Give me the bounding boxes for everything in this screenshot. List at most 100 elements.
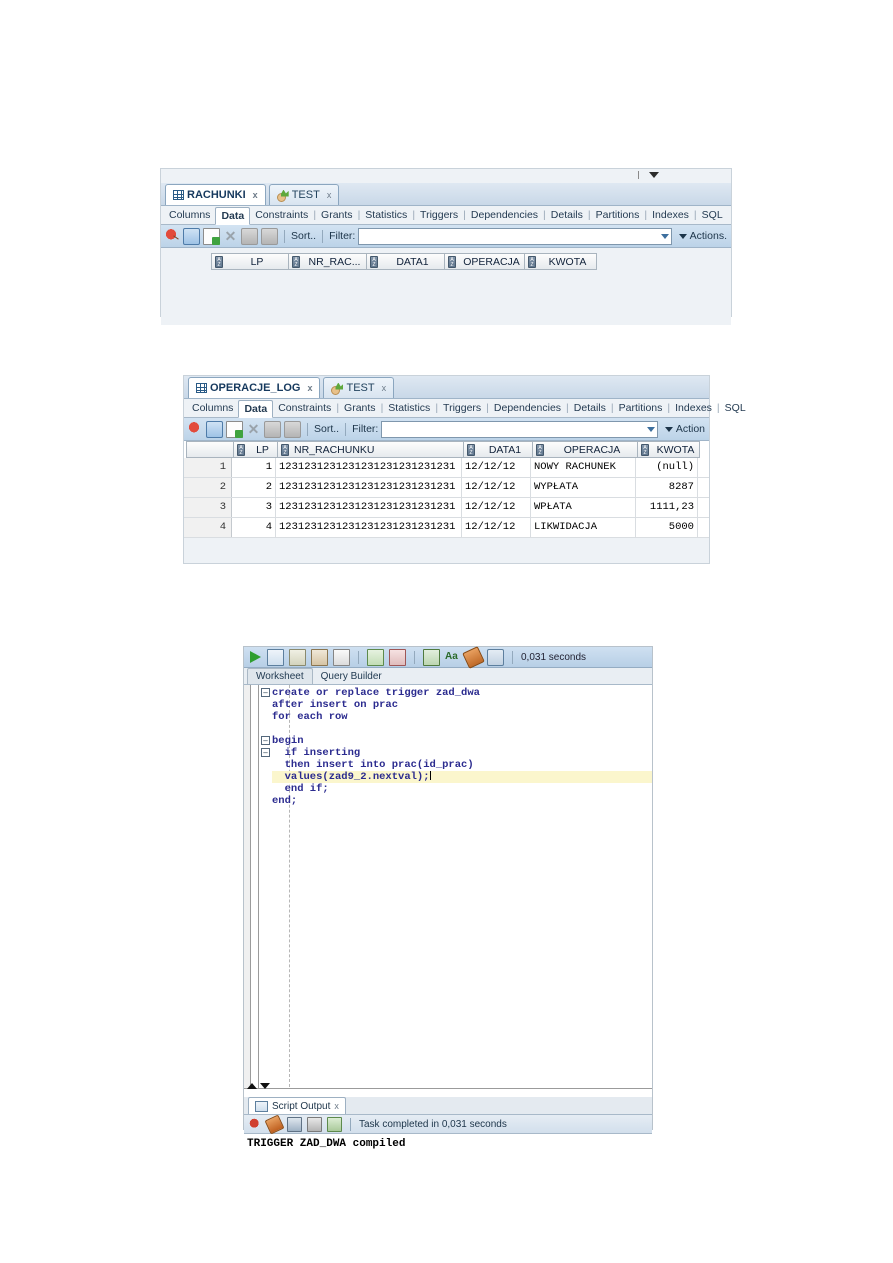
cell-lp[interactable]: 2 [232,478,276,497]
code-fold-column[interactable]: – – – [260,685,272,1097]
refresh-icon[interactable] [206,420,223,438]
refresh-icon[interactable] [183,227,200,245]
cell-nr-rachunku[interactable]: 1231231231231231231231231231 2 [276,458,462,477]
tab-sql[interactable]: SQL [720,400,751,416]
code-line[interactable] [272,723,652,735]
cell-lp[interactable]: 3 [232,498,276,517]
tab-indexes[interactable]: Indexes [670,400,717,416]
close-icon[interactable]: x [334,1101,339,1111]
cell-kwota[interactable]: (null) [636,458,698,477]
object-tab-operacje-log[interactable]: OPERACJE_LOG x [188,377,321,398]
rollback-icon[interactable] [284,420,301,438]
actions-button[interactable]: Action [676,423,705,435]
object-tab-test[interactable]: TEST x [268,184,340,205]
tab-query-builder[interactable]: Query Builder [313,669,390,684]
commit-icon[interactable] [367,648,384,666]
code-fold-minus-icon[interactable]: – [261,688,270,697]
column-header-kwota[interactable]: AZ KWOTA [638,441,700,458]
format-sql-icon[interactable]: Aa [445,650,460,665]
code-line[interactable]: end; [272,795,652,807]
tab-dependencies[interactable]: Dependencies [466,207,543,223]
code-text[interactable]: create or replace trigger zad_dwa after i… [272,687,652,807]
column-header-operacja[interactable]: AZ OPERACJA [533,441,638,458]
pin-icon[interactable] [249,1117,262,1131]
chevron-down-icon[interactable] [646,426,655,432]
scroll-up-icon[interactable] [247,1083,257,1089]
cell-kwota[interactable]: 8287 [636,478,698,497]
code-line[interactable]: values(zad9_2.nextval); [272,771,652,783]
cell-kwota[interactable]: 1111,23 [636,498,698,517]
clear-icon[interactable] [264,1114,285,1134]
tab-data[interactable]: Data [215,206,251,225]
code-line[interactable]: for each row [272,711,652,723]
commit-icon[interactable] [241,227,258,245]
close-icon[interactable]: x [382,383,387,393]
run-statement-icon[interactable] [249,650,262,664]
insert-row-icon[interactable] [203,227,220,245]
column-header-nr-rachunku[interactable]: AZ NR_RACHUNKU [278,441,464,458]
table-row[interactable]: 1 1 1231231231231231231231231231 2 12/12/12… [184,458,709,478]
delete-row-icon[interactable]: ✕ [223,229,238,244]
run-script-icon[interactable] [267,648,284,666]
code-line[interactable]: create or replace trigger zad_dwa [272,687,652,699]
cell-nr-rachunku[interactable]: 1231231231231231231231231231 2 [276,478,462,497]
column-header-operacja[interactable]: AZ OPERACJA [445,253,525,270]
tab-partitions[interactable]: Partitions [591,207,645,223]
close-icon[interactable]: x [327,190,332,200]
rollback-icon[interactable] [389,648,406,666]
actions-button[interactable]: Actions. [690,230,727,242]
object-tab-test[interactable]: TEST x [323,377,395,398]
cell-operacja[interactable]: NOWY RACHUNEK [531,458,636,477]
code-line[interactable]: begin [272,735,652,747]
actions-chevron-down-icon[interactable] [678,233,687,239]
code-line[interactable]: end if; [272,783,652,795]
cell-kwota[interactable]: 5000 [636,518,698,537]
tab-columns[interactable]: Columns [164,207,215,223]
tab-worksheet[interactable]: Worksheet [247,668,313,684]
tab-triggers[interactable]: Triggers [415,207,463,223]
commit-icon[interactable] [264,420,281,438]
tab-constraints[interactable]: Constraints [250,207,313,223]
actions-chevron-down-icon[interactable] [664,426,673,432]
close-icon[interactable]: x [253,190,258,200]
explain-plan-icon[interactable] [311,648,328,666]
code-line[interactable]: if inserting [272,747,652,759]
object-tab-rachunki[interactable]: RACHUNKI x [165,184,266,205]
code-fold-minus-icon[interactable]: – [261,748,270,757]
cell-data1[interactable]: 12/12/12 [462,518,531,537]
rollback-icon[interactable] [261,227,278,245]
unshared-worksheet-icon[interactable] [423,648,440,666]
column-header-data1[interactable]: AZ DATA1 [367,253,445,270]
tab-indexes[interactable]: Indexes [647,207,694,223]
table-row[interactable]: 3 3 1231231231231231231231231231 2 12/12/12… [184,498,709,518]
code-fold-minus-icon[interactable]: – [261,736,270,745]
insert-row-icon[interactable] [226,420,243,438]
column-header-kwota[interactable]: AZ KWOTA [525,253,597,270]
data-grid[interactable]: 1 1 1231231231231231231231231231 2 12/12/12… [184,458,709,538]
cell-data1[interactable]: 12/12/12 [462,498,531,517]
column-header-data1[interactable]: AZ DATA1 [464,441,533,458]
tab-grants[interactable]: Grants [316,207,358,223]
freeze-pin-icon[interactable] [165,228,180,244]
code-line[interactable]: after insert on prac [272,699,652,711]
sort-button[interactable]: Sort.. [314,423,339,435]
cell-operacja[interactable]: LIKWIDACJA [531,518,636,537]
tab-dependencies[interactable]: Dependencies [489,400,566,416]
cell-data1[interactable]: 12/12/12 [462,458,531,477]
tab-grants[interactable]: Grants [339,400,381,416]
tab-columns[interactable]: Columns [187,400,238,416]
tab-details[interactable]: Details [546,207,588,223]
tab-statistics[interactable]: Statistics [383,400,435,416]
save-icon[interactable] [287,1116,302,1132]
cell-nr-rachunku[interactable]: 1231231231231231231231231231 2 [276,498,462,517]
cell-lp[interactable]: 1 [232,458,276,477]
close-icon[interactable]: x [307,383,312,393]
chevron-down-icon[interactable] [660,233,669,239]
freeze-pin-icon[interactable] [188,421,203,437]
column-header-lp[interactable]: AZ LP [211,253,289,270]
autotrace-icon[interactable] [289,648,306,666]
delete-row-icon[interactable]: ✕ [246,422,261,437]
print-icon[interactable] [307,1116,322,1132]
recall-statement-icon[interactable] [487,648,504,666]
cell-operacja[interactable]: WYPŁATA [531,478,636,497]
